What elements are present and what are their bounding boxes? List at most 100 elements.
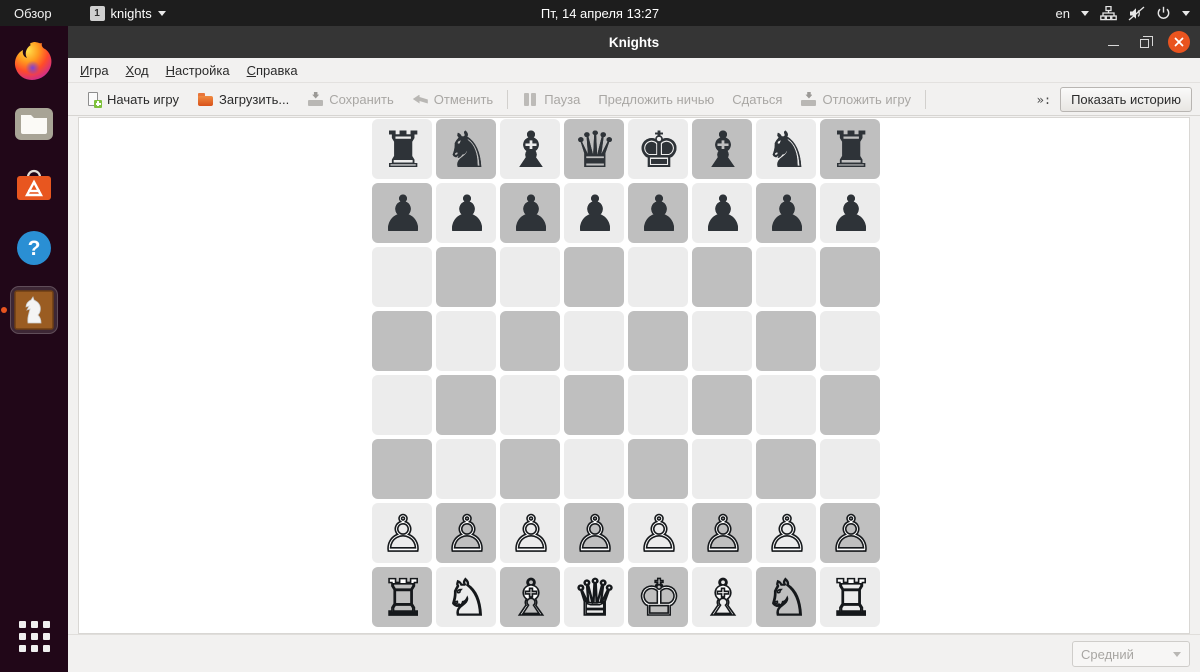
chess-piece[interactable]: ♘ — [764, 572, 810, 624]
board-square-e8[interactable]: ♚ — [627, 118, 691, 182]
board-square-a7[interactable]: ♟ — [371, 182, 435, 246]
chess-piece[interactable]: ♟ — [701, 189, 746, 239]
board-square-g2[interactable]: ♙ — [755, 502, 819, 566]
chess-piece[interactable]: ♙ — [380, 508, 426, 560]
board-square-f5[interactable] — [691, 310, 755, 374]
chess-piece[interactable]: ♙ — [764, 508, 810, 560]
show-history-button[interactable]: Показать историю — [1060, 87, 1192, 112]
board-square-h7[interactable]: ♟ — [819, 182, 883, 246]
chess-piece[interactable]: ♙ — [828, 508, 874, 560]
board-square-c2[interactable]: ♙ — [499, 502, 563, 566]
menu-game[interactable]: Игра — [80, 63, 109, 78]
difficulty-select[interactable]: Средний — [1072, 641, 1190, 667]
show-applications-button[interactable] — [10, 612, 58, 660]
overview-button[interactable]: Обзор — [14, 6, 52, 21]
board-square-g3[interactable] — [755, 438, 819, 502]
chess-piece[interactable]: ♙ — [508, 508, 554, 560]
chess-board[interactable]: ♜ ♞ ♝ ♛ ♚ ♝ ♞ ♜ ♟ ♟ ♟ ♟ ♟ ♟ ♟ ♟ ♙ ♙ ♙ ♙ ♙ ♙ ♙ ♙ ♖ ♘ ♗ ♕ ♔ ♗ ♘ ♖ — [371, 118, 883, 630]
board-square-g4[interactable] — [755, 374, 819, 438]
chess-piece[interactable]: ♛ — [573, 125, 618, 175]
board-square-c7[interactable]: ♟ — [499, 182, 563, 246]
board-square-e2[interactable]: ♙ — [627, 502, 691, 566]
board-square-e6[interactable] — [627, 246, 691, 310]
board-square-b4[interactable] — [435, 374, 499, 438]
toolbar-undo-button[interactable]: Отменить — [403, 89, 502, 110]
board-square-d4[interactable] — [563, 374, 627, 438]
board-square-g6[interactable] — [755, 246, 819, 310]
board-square-c4[interactable] — [499, 374, 563, 438]
chess-piece[interactable]: ♟ — [765, 189, 810, 239]
minimize-button[interactable] — [1104, 33, 1122, 51]
board-square-h2[interactable]: ♙ — [819, 502, 883, 566]
board-square-d7[interactable]: ♟ — [563, 182, 627, 246]
board-square-f4[interactable] — [691, 374, 755, 438]
toolbar-new-game-button[interactable]: Начать игру — [76, 89, 188, 110]
board-square-a4[interactable] — [371, 374, 435, 438]
board-square-f6[interactable] — [691, 246, 755, 310]
chess-piece[interactable]: ♝ — [509, 125, 554, 175]
chess-piece[interactable]: ♙ — [444, 508, 490, 560]
menu-move[interactable]: Ход — [126, 63, 149, 78]
board-square-e4[interactable] — [627, 374, 691, 438]
board-square-e7[interactable]: ♟ — [627, 182, 691, 246]
maximize-button[interactable] — [1136, 33, 1154, 51]
chess-piece[interactable]: ♙ — [700, 508, 746, 560]
board-square-h5[interactable] — [819, 310, 883, 374]
menu-settings[interactable]: Настройка — [166, 63, 230, 78]
chess-piece[interactable]: ♞ — [445, 125, 490, 175]
board-square-b6[interactable] — [435, 246, 499, 310]
dock-item-help[interactable]: ? — [10, 224, 58, 272]
board-square-f2[interactable]: ♙ — [691, 502, 755, 566]
board-square-h8[interactable]: ♜ — [819, 118, 883, 182]
board-square-b8[interactable]: ♞ — [435, 118, 499, 182]
chess-piece[interactable]: ♔ — [636, 572, 682, 624]
chess-piece[interactable]: ♟ — [445, 189, 490, 239]
chess-piece[interactable]: ♟ — [573, 189, 618, 239]
board-square-f7[interactable]: ♟ — [691, 182, 755, 246]
board-square-c6[interactable] — [499, 246, 563, 310]
board-square-g7[interactable]: ♟ — [755, 182, 819, 246]
chess-piece[interactable]: ♟ — [637, 189, 682, 239]
keyboard-layout-label[interactable]: en — [1056, 6, 1070, 21]
board-square-h4[interactable] — [819, 374, 883, 438]
board-square-a6[interactable] — [371, 246, 435, 310]
board-square-g5[interactable] — [755, 310, 819, 374]
board-square-b5[interactable] — [435, 310, 499, 374]
chess-piece[interactable]: ♜ — [381, 125, 426, 175]
board-square-e1[interactable]: ♔ — [627, 566, 691, 630]
board-square-d6[interactable] — [563, 246, 627, 310]
board-square-a1[interactable]: ♖ — [371, 566, 435, 630]
dock-item-firefox[interactable] — [10, 38, 58, 86]
board-square-d3[interactable] — [563, 438, 627, 502]
chess-piece[interactable]: ♝ — [701, 125, 746, 175]
chess-piece[interactable]: ♜ — [829, 125, 874, 175]
board-square-d1[interactable]: ♕ — [563, 566, 627, 630]
chess-piece[interactable]: ♖ — [828, 572, 874, 624]
close-button[interactable] — [1168, 31, 1190, 53]
chess-piece[interactable]: ♟ — [509, 189, 554, 239]
board-square-f8[interactable]: ♝ — [691, 118, 755, 182]
board-square-f1[interactable]: ♗ — [691, 566, 755, 630]
app-menu-button[interactable]: 1 knights — [89, 5, 166, 21]
board-square-f3[interactable] — [691, 438, 755, 502]
chess-piece[interactable]: ♟ — [381, 189, 426, 239]
board-square-a5[interactable] — [371, 310, 435, 374]
board-square-h6[interactable] — [819, 246, 883, 310]
board-square-c3[interactable] — [499, 438, 563, 502]
chess-piece[interactable]: ♕ — [572, 572, 618, 624]
system-status-area[interactable]: en — [1056, 0, 1190, 26]
toolbar-adjourn-button[interactable]: Отложить игру — [791, 89, 919, 110]
toolbar-offer-draw-button[interactable]: Предложить ничью — [589, 90, 723, 109]
chess-piece[interactable]: ♘ — [444, 572, 490, 624]
toolbar-overflow-icon[interactable]: »: — [1037, 93, 1051, 107]
chess-piece[interactable]: ♗ — [700, 572, 746, 624]
chess-piece[interactable]: ♗ — [508, 572, 554, 624]
board-square-d8[interactable]: ♛ — [563, 118, 627, 182]
chess-piece[interactable]: ♖ — [380, 572, 426, 624]
board-square-c1[interactable]: ♗ — [499, 566, 563, 630]
chess-piece[interactable]: ♚ — [637, 125, 682, 175]
chess-piece[interactable]: ♟ — [829, 189, 874, 239]
toolbar-load-button[interactable]: Загрузить... — [188, 89, 298, 110]
toolbar-pause-button[interactable]: Пауза — [513, 89, 589, 110]
board-square-b7[interactable]: ♟ — [435, 182, 499, 246]
